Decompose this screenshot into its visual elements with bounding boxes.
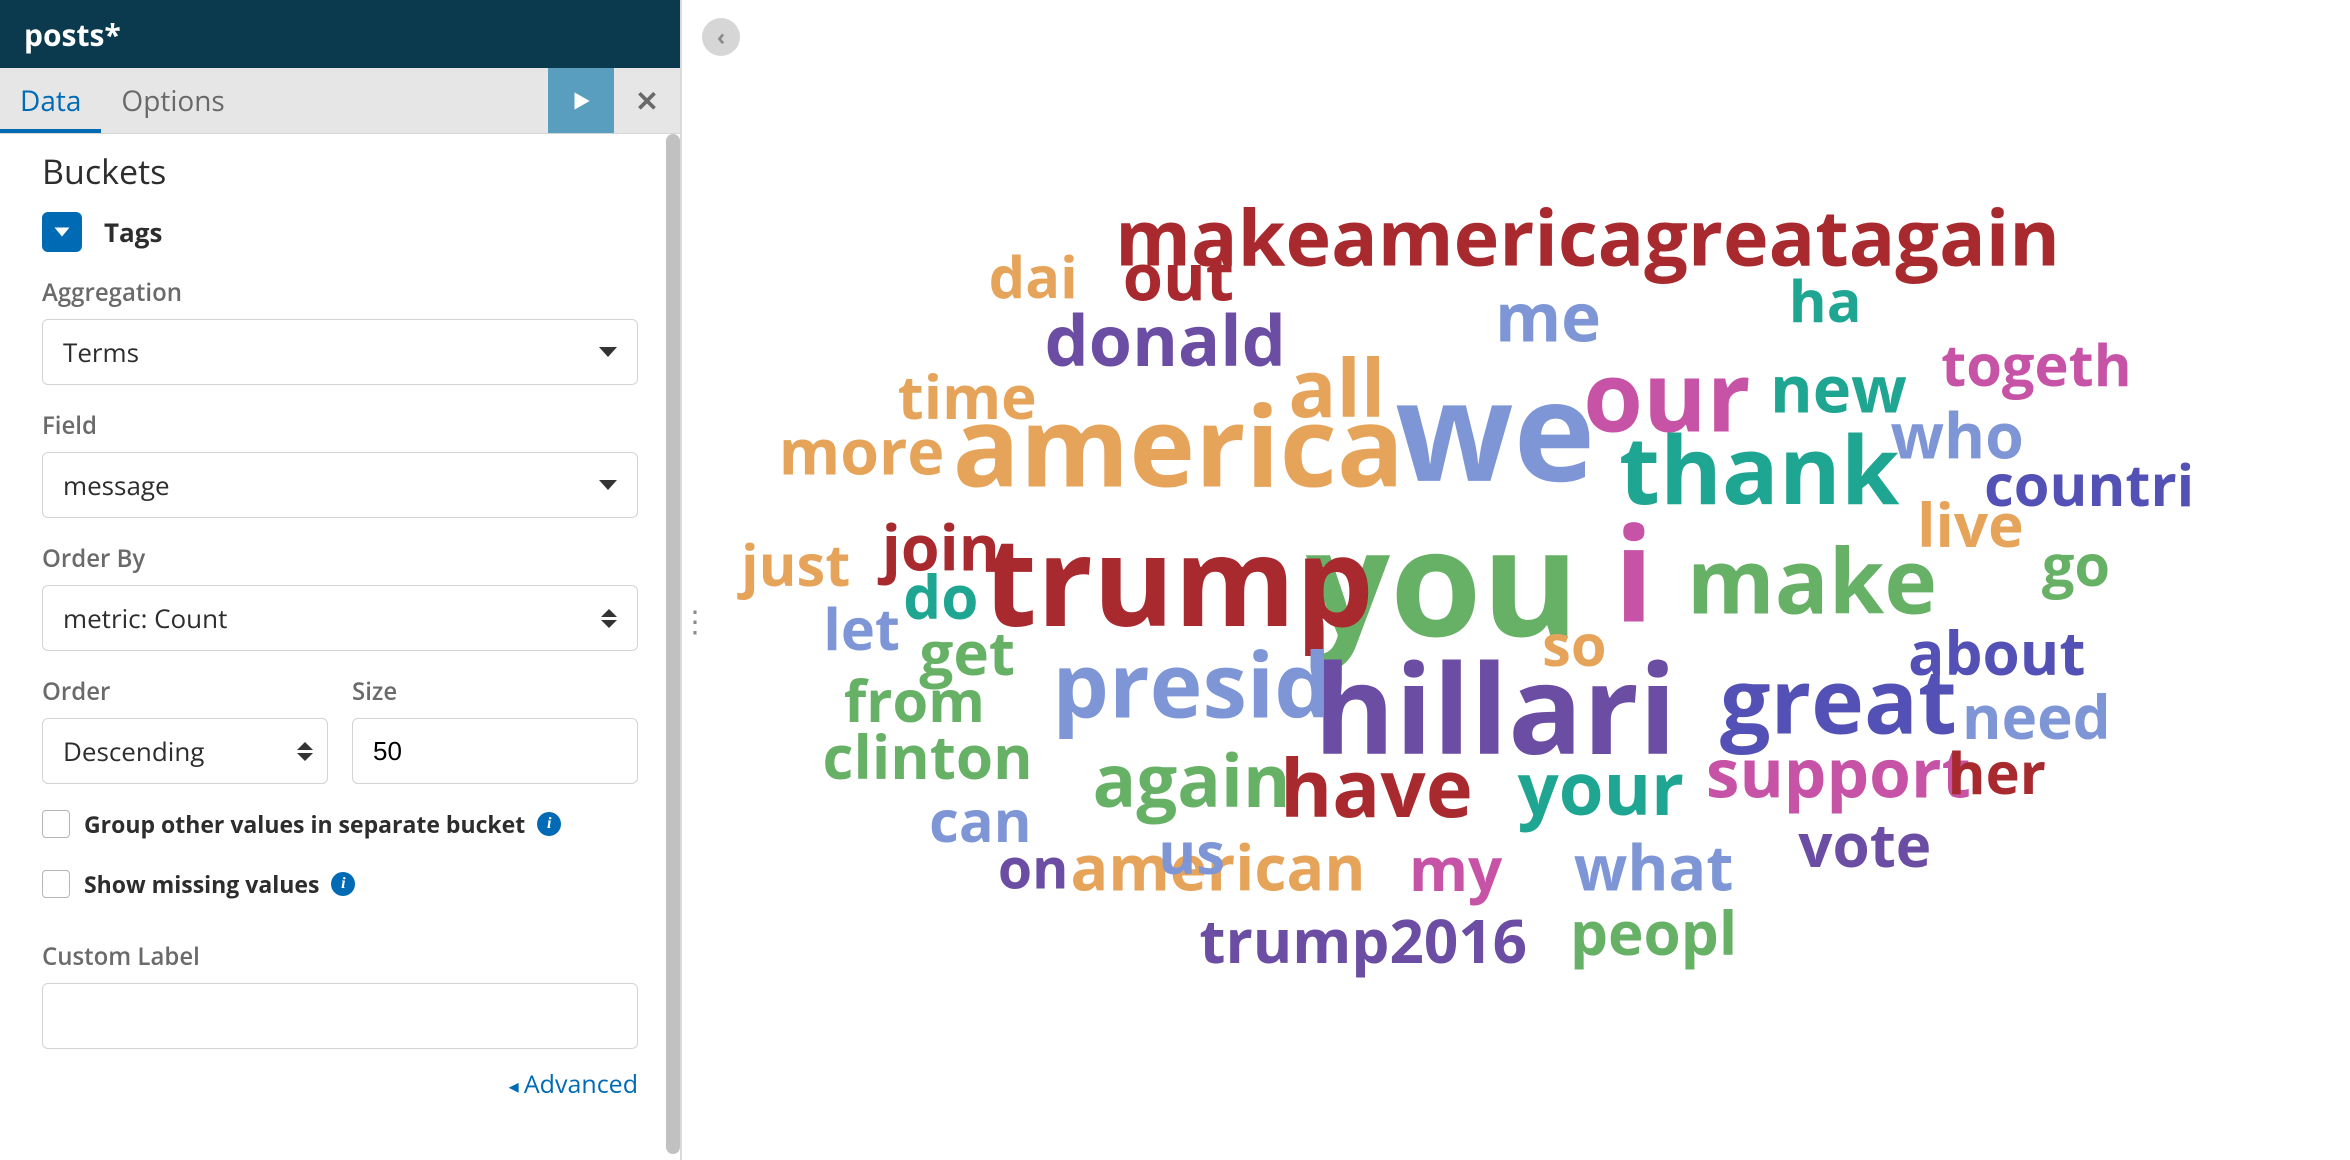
tabs-row: Data Options ✕ bbox=[0, 68, 680, 134]
word-countri[interactable]: countri bbox=[1984, 455, 2194, 513]
show-missing-label: Show missing values bbox=[84, 868, 319, 900]
word-me[interactable]: me bbox=[1495, 282, 1601, 349]
word-out[interactable]: out bbox=[1123, 243, 1234, 308]
field-select[interactable]: message bbox=[42, 452, 638, 518]
orderby-select[interactable]: metric: Count bbox=[42, 585, 638, 651]
panel-body: Buckets Tags Aggregation Terms Field mes… bbox=[0, 134, 680, 1160]
index-title: posts* bbox=[0, 0, 680, 68]
word-about[interactable]: about bbox=[1908, 622, 2085, 682]
aggregation-value: Terms bbox=[63, 334, 139, 370]
size-label: Size bbox=[352, 675, 638, 708]
group-other-checkbox[interactable] bbox=[42, 810, 70, 838]
custom-label-input[interactable] bbox=[42, 983, 638, 1049]
word-do[interactable]: do bbox=[903, 566, 978, 626]
show-missing-checkbox[interactable] bbox=[42, 870, 70, 898]
word-makeamericagreatagain[interactable]: makeamericagreatagain bbox=[1115, 197, 2060, 274]
sort-icon bbox=[297, 742, 313, 761]
tab-data[interactable]: Data bbox=[0, 68, 101, 133]
bucket-collapse-toggle[interactable] bbox=[42, 212, 82, 252]
chevron-left-icon: ‹ bbox=[717, 22, 725, 52]
word-vote[interactable]: vote bbox=[1798, 814, 1931, 874]
orderby-label: Order By bbox=[42, 542, 638, 575]
size-input[interactable] bbox=[352, 718, 638, 784]
word-what[interactable]: what bbox=[1574, 837, 1734, 900]
field-label: Field bbox=[42, 409, 638, 442]
resize-handle[interactable]: ⋮ bbox=[680, 600, 706, 641]
visualization-area: ‹ ⋮ youweitrumphillariamericaourthankmak… bbox=[682, 0, 2350, 1160]
caret-down-icon bbox=[599, 480, 617, 490]
word-from[interactable]: from bbox=[844, 671, 985, 729]
word-all[interactable]: all bbox=[1288, 348, 1385, 428]
order-label: Order bbox=[42, 675, 328, 708]
word-peopl[interactable]: peopl bbox=[1570, 902, 1737, 962]
word-your[interactable]: your bbox=[1518, 752, 1684, 824]
config-sidebar: posts* Data Options ✕ Buckets Tags Aggre… bbox=[0, 0, 682, 1160]
word-make[interactable]: make bbox=[1687, 535, 1937, 624]
word-us[interactable]: us bbox=[1158, 823, 1225, 881]
word-support[interactable]: support bbox=[1706, 738, 1971, 805]
word-on[interactable]: on bbox=[998, 840, 1069, 895]
caret-down-icon bbox=[53, 225, 71, 239]
word-ha[interactable]: ha bbox=[1789, 271, 1862, 329]
order-select[interactable]: Descending bbox=[42, 718, 328, 784]
apply-changes-button[interactable] bbox=[548, 68, 614, 133]
word-presid[interactable]: presid bbox=[1052, 639, 1330, 728]
tab-options[interactable]: Options bbox=[101, 68, 244, 133]
collapse-sidebar-button[interactable]: ‹ bbox=[702, 18, 740, 56]
discard-changes-button[interactable]: ✕ bbox=[614, 68, 680, 133]
info-icon[interactable]: i bbox=[331, 872, 355, 896]
play-icon bbox=[568, 88, 594, 114]
info-icon[interactable]: i bbox=[537, 812, 561, 836]
word-again[interactable]: again bbox=[1093, 744, 1291, 816]
buckets-heading: Buckets bbox=[42, 148, 638, 194]
wordcloud-chart: youweitrumphillariamericaourthankmakegre… bbox=[856, 180, 2176, 980]
word-trump2016[interactable]: trump2016 bbox=[1199, 910, 1527, 970]
advanced-toggle[interactable]: Advanced bbox=[42, 1067, 638, 1101]
sidebar-scrollbar[interactable] bbox=[666, 134, 680, 1154]
word-we[interactable]: we bbox=[1395, 359, 1595, 497]
sort-icon bbox=[601, 609, 617, 628]
aggregation-label: Aggregation bbox=[42, 276, 638, 309]
word-go[interactable]: go bbox=[2042, 535, 2110, 593]
field-value: message bbox=[63, 467, 170, 503]
word-dai[interactable]: dai bbox=[989, 247, 1078, 305]
word-so[interactable]: so bbox=[1542, 615, 1606, 673]
word-let[interactable]: let bbox=[823, 599, 900, 657]
order-value: Descending bbox=[63, 733, 204, 769]
word-new[interactable]: new bbox=[1770, 355, 1907, 420]
word-her[interactable]: her bbox=[1948, 743, 2046, 801]
word-thank[interactable]: thank bbox=[1619, 421, 1899, 515]
word-have[interactable]: have bbox=[1280, 748, 1473, 828]
word-time[interactable]: time bbox=[898, 366, 1037, 426]
orderby-value: metric: Count bbox=[63, 600, 227, 636]
word-my[interactable]: my bbox=[1409, 838, 1502, 898]
word-just[interactable]: just bbox=[741, 535, 850, 593]
bucket-tags-label: Tags bbox=[104, 214, 162, 250]
word-togeth[interactable]: togeth bbox=[1941, 335, 2132, 393]
close-icon: ✕ bbox=[635, 82, 658, 120]
caret-down-icon bbox=[599, 347, 617, 357]
group-other-label: Group other values in separate bucket bbox=[84, 808, 525, 840]
custom-label-label: Custom Label bbox=[42, 940, 638, 973]
index-title-text: posts* bbox=[24, 14, 121, 55]
aggregation-select[interactable]: Terms bbox=[42, 319, 638, 385]
scrollbar-thumb[interactable] bbox=[666, 134, 680, 1154]
